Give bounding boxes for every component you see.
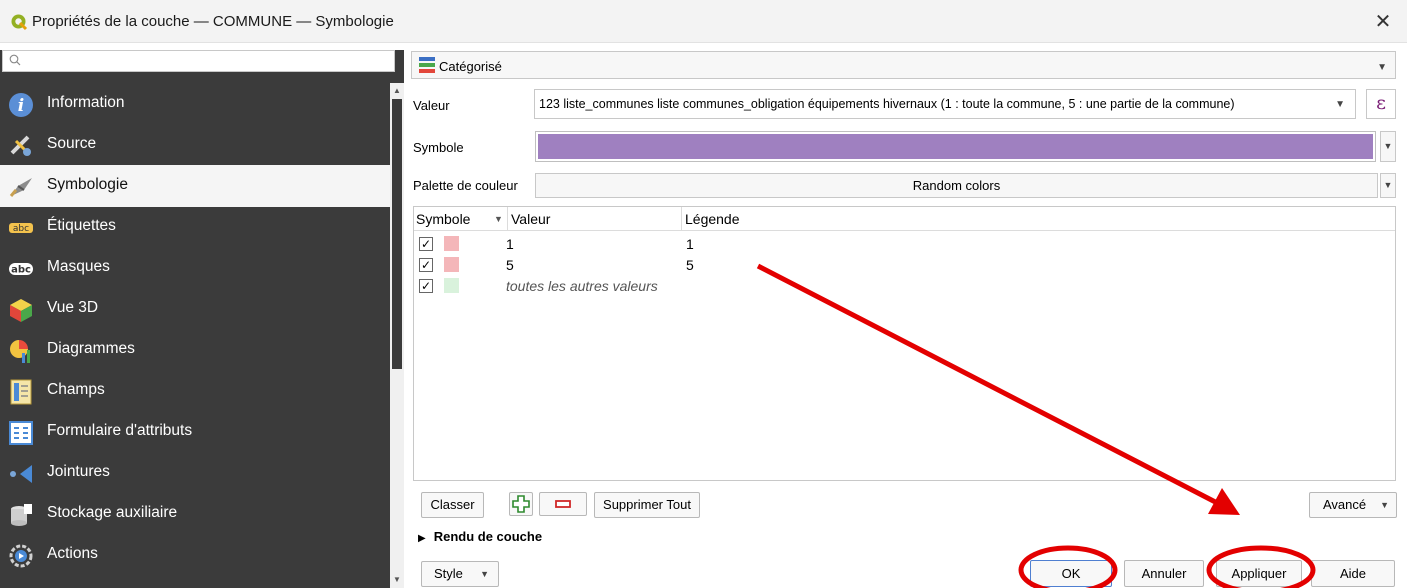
category-checkbox[interactable]: ✓ — [419, 258, 433, 272]
category-checkbox[interactable]: ✓ — [419, 279, 433, 293]
sidebar-item-stockage[interactable]: Stockage auxiliaire — [0, 493, 390, 535]
scroll-down-icon[interactable]: ▼ — [392, 574, 402, 586]
sidebar-item-information[interactable]: i Information — [0, 83, 390, 125]
categories-table: Symbole ▼ Valeur Légende ✓ 1 1 ✓ 5 5 ✓ t… — [413, 206, 1396, 481]
search-input[interactable] — [2, 50, 395, 72]
3d-view-icon — [10, 299, 32, 322]
rendu-de-couche-toggle[interactable]: ▶ Rendu de couche — [418, 529, 542, 544]
diagrams-icon — [10, 340, 30, 363]
sidebar-scrollbar[interactable]: ▲ ▼ — [390, 83, 404, 588]
add-category-button[interactable] — [509, 492, 533, 516]
actions-icon — [9, 544, 33, 568]
scrollbar-thumb[interactable] — [392, 99, 402, 369]
auxiliary-storage-icon — [11, 504, 32, 526]
minus-icon — [555, 500, 571, 508]
table-row[interactable]: ✓ 5 5 — [414, 255, 1395, 276]
column-header-legende[interactable]: Légende — [685, 211, 740, 227]
attribute-form-icon — [9, 421, 33, 445]
annuler-button[interactable]: Annuler — [1124, 560, 1204, 587]
window-title: Propriétés de la couche — COMMUNE — Symb… — [32, 13, 394, 30]
sort-indicator-icon: ▼ — [494, 214, 503, 224]
table-row[interactable]: ✓ 1 1 — [414, 234, 1395, 255]
category-swatch[interactable] — [444, 236, 459, 251]
classer-button[interactable]: Classer — [421, 492, 484, 518]
category-swatch[interactable] — [444, 278, 459, 293]
color-ramp-menu-button[interactable]: ▼ — [1380, 173, 1396, 198]
sidebar-item-champs[interactable]: Champs — [0, 370, 390, 412]
masks-icon: abc — [9, 263, 33, 276]
sidebar-item-actions[interactable]: Actions — [0, 534, 390, 576]
categorized-icon — [419, 57, 435, 73]
symbol-button[interactable] — [535, 131, 1376, 162]
sidebar-item-formulaire[interactable]: Formulaire d'attributs — [0, 411, 390, 453]
chevron-right-icon: ▶ — [418, 533, 426, 544]
svg-text:i: i — [18, 96, 24, 116]
aide-button[interactable]: Aide — [1311, 560, 1395, 587]
sidebar-item-diagrammes[interactable]: Diagrammes — [0, 329, 390, 371]
expression-button[interactable]: ε — [1366, 89, 1396, 119]
sidebar-item-symbologie[interactable]: Symbologie — [0, 165, 390, 207]
sidebar-item-vue-3d[interactable]: Vue 3D — [0, 288, 390, 330]
appliquer-button[interactable]: Appliquer — [1216, 560, 1302, 587]
category-checkbox[interactable]: ✓ — [419, 237, 433, 251]
info-icon: i — [9, 93, 33, 117]
symbole-label: Symbole — [413, 140, 464, 155]
close-icon[interactable]: ✕ — [1367, 6, 1399, 38]
search-icon — [9, 54, 21, 66]
valeur-label: Valeur — [413, 98, 450, 113]
sidebar-item-jointures[interactable]: Jointures — [0, 452, 390, 494]
sidebar-item-masques[interactable]: abc Masques — [0, 247, 390, 289]
table-header: Symbole ▼ Valeur Légende — [414, 207, 1395, 231]
supprimer-tout-button[interactable]: Supprimer Tout — [594, 492, 700, 518]
style-menu-button[interactable]: Style ▼ — [421, 561, 499, 587]
labels-icon: abc — [9, 223, 33, 234]
category-swatch[interactable] — [444, 257, 459, 272]
annotation-arrowhead — [1208, 488, 1240, 515]
source-icon — [10, 135, 31, 156]
title-bar: Propriétés de la couche — COMMUNE — Symb… — [0, 0, 1407, 43]
column-header-valeur[interactable]: Valeur — [511, 211, 550, 227]
palette-label: Palette de couleur — [413, 178, 518, 193]
svg-text:abc: abc — [13, 224, 29, 234]
renderer-type-select[interactable]: Catégorisé ▼ — [411, 51, 1396, 79]
symbol-color-swatch — [538, 134, 1373, 159]
plus-icon — [512, 495, 530, 513]
scroll-up-icon[interactable]: ▲ — [392, 85, 402, 97]
sidebar-item-etiquettes[interactable]: abc Étiquettes — [0, 206, 390, 248]
chevron-down-icon: ▼ — [480, 569, 489, 579]
chevron-down-icon: ▼ — [1335, 99, 1345, 110]
chevron-down-icon: ▼ — [1377, 62, 1387, 73]
fields-icon — [10, 379, 32, 405]
ok-button[interactable]: OK — [1030, 560, 1112, 587]
table-row[interactable]: ✓ toutes les autres valeurs — [414, 276, 1395, 297]
remove-category-button[interactable] — [539, 492, 587, 516]
qgis-logo-icon — [11, 14, 28, 31]
symbol-menu-button[interactable]: ▼ — [1380, 131, 1396, 162]
svg-text:abc: abc — [11, 265, 31, 276]
chevron-down-icon: ▼ — [1380, 500, 1389, 510]
column-header-symbole[interactable]: Symbole — [416, 211, 470, 227]
joins-icon — [10, 465, 32, 483]
symbology-icon — [9, 178, 32, 197]
valeur-field-select[interactable]: 123 liste_communes liste communes_obliga… — [534, 89, 1356, 119]
sidebar-item-source[interactable]: Source — [0, 124, 390, 166]
avance-button[interactable]: Avancé ▼ — [1309, 492, 1397, 518]
color-ramp-button[interactable]: Random colors — [535, 173, 1378, 198]
